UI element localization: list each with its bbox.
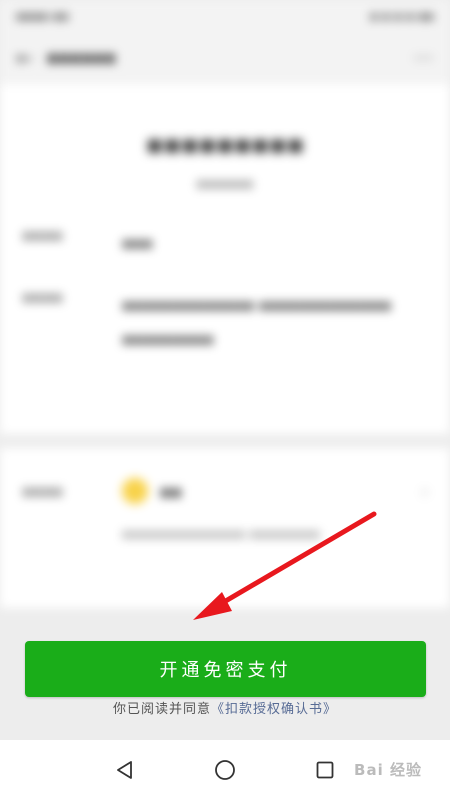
agreement-prefix: 你已阅读并同意 — [112, 702, 211, 717]
info-label: ▪▪▪▪ — [22, 288, 63, 306]
pay-method: ▪▪ — [160, 481, 182, 501]
carrier-text: ▪▪▪▪ ▪▪ — [16, 9, 69, 23]
more-icon: ··· — [413, 47, 434, 69]
baidu-watermark: Bai 经验 — [354, 760, 422, 779]
info-label: ▪▪▪▪ — [22, 226, 63, 244]
status-bar: ▪▪▪▪ ▪▪ ▪ ▪ ▪ ▪ ▪▪ — [0, 0, 450, 32]
info-value: ▪▪▪ — [122, 234, 153, 252]
status-icons: ▪ ▪ ▪ ▪ ▪▪ — [369, 9, 434, 23]
nav-bar: ← ▪▪▪▪▪▪ ··· — [0, 32, 450, 84]
chevron-right-icon: › — [421, 481, 428, 501]
back-arrow-icon: ← — [16, 46, 33, 70]
info-row-service: ▪▪▪▪ ▪▪▪▪▪▪▪▪▪▪▪▪▪ ▪▪▪▪▪▪▪▪▪▪▪▪▪ ▪▪▪▪▪▪▪… — [0, 288, 450, 356]
back-triangle-icon[interactable] — [113, 758, 137, 782]
nav-title: ▪▪▪▪▪▪ — [46, 48, 116, 68]
payment-card: ▪▪▪▪ ▪▪ › ▪▪▪▪▪▪▪▪▪▪▪▪▪▪ ▪▪▪▪▪▪▪▪ — [0, 448, 450, 608]
home-circle-icon[interactable] — [213, 758, 237, 782]
agreement-card: ▪▪▪▪▪▪▪▪▪ ▪▪▪▪▪▪ ▪▪▪▪ ▪▪▪ ▪▪▪▪ ▪▪▪▪▪▪▪▪▪… — [0, 84, 450, 434]
pay-method-row: ▪▪▪▪ ▪▪ › — [22, 478, 428, 504]
info-value: ▪▪▪▪▪▪▪▪▪▪▪▪▪ ▪▪▪▪▪▪▪▪▪▪▪▪▪ ▪▪▪▪▪▪▪▪▪ — [122, 296, 392, 348]
card-title: ▪▪▪▪▪▪▪▪▪ — [145, 130, 305, 160]
enable-password-free-pay-button[interactable]: 开通免密支付 — [25, 641, 426, 697]
agreement-text: 你已阅读并同意《扣款授权确认书》 — [0, 698, 450, 717]
agreement-link[interactable]: 《扣款授权确认书》 — [211, 702, 337, 717]
info-row-merchant: ▪▪▪▪ ▪▪▪ — [0, 226, 450, 260]
pay-description: ▪▪▪▪▪▪▪▪▪▪▪▪▪▪ ▪▪▪▪▪▪▪▪ — [122, 527, 320, 542]
coin-icon — [122, 478, 148, 504]
card-subtitle: ▪▪▪▪▪▪ — [196, 176, 254, 192]
blurred-background: ▪▪▪▪ ▪▪ ▪ ▪ ▪ ▪ ▪▪ ← ▪▪▪▪▪▪ ··· ▪▪▪▪▪▪▪▪… — [0, 0, 450, 640]
pay-label: ▪▪▪▪ — [22, 482, 63, 500]
